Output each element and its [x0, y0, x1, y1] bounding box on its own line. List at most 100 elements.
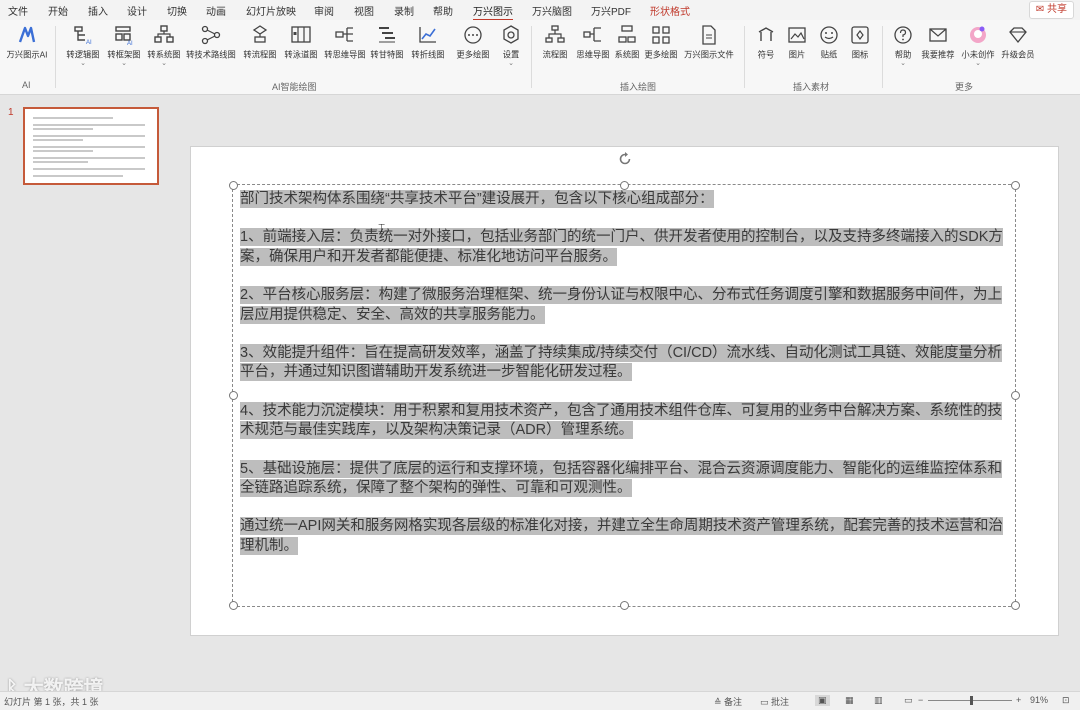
xiaowei-create-label: 小未创作 — [961, 50, 995, 60]
slide-sorter-button[interactable]: ▦ — [845, 695, 854, 706]
slideshow-button[interactable]: ▭ — [904, 695, 913, 706]
tab-file[interactable]: 文件 — [8, 3, 28, 18]
to-framework-diagram-button[interactable]: AI 转框架图 ⌄ — [103, 24, 145, 67]
paragraph-infrastructure-layer[interactable]: 5、基础设施层：提供了底层的运行和支撑环境，包括容器化编排平台、混合云资源调度能… — [240, 459, 1015, 499]
to-flowchart-button[interactable]: 转流程图 — [239, 24, 281, 61]
slide-body-text[interactable]: 部门技术架构体系围绕“共享技术平台”建设展开，包含以下核心组成部分： 1、前端接… — [240, 190, 1015, 597]
ribbon-separator — [744, 26, 745, 88]
icon-library-button[interactable]: 图标 — [846, 24, 874, 61]
more-drawing-ai-button[interactable]: 更多绘图 — [452, 24, 494, 61]
wondershare-ai-button[interactable]: 万兴图示AI — [2, 24, 52, 61]
share-button[interactable]: ✉ 共享 — [1028, 1, 1074, 19]
insert-mindmap-button[interactable]: 思维导图 — [572, 24, 614, 61]
zoom-level[interactable]: 91% — [1030, 695, 1048, 705]
paragraph-core-service-layer[interactable]: 2、平台核心服务层：构建了微服务治理框架、统一身份认证与权限中心、分布式任务调度… — [240, 286, 1015, 325]
upgrade-member-button[interactable]: 升级会员 — [998, 24, 1038, 61]
insert-flowchart-button[interactable]: 流程图 — [535, 24, 575, 61]
menu-bar: 文件 开始 插入 设计 切换 动画 幻灯片放映 审阅 视图 录制 帮助 万兴图示… — [0, 0, 1080, 21]
xiaowei-create-button[interactable]: 小未创作 ⌄ — [958, 24, 998, 67]
paragraph-capability-module[interactable]: 4、技术能力沉淀模块：用于积累和复用技术资产，包含了通用技术组件仓库、可复用的业… — [240, 401, 1015, 441]
tab-help[interactable]: 帮助 — [433, 3, 453, 18]
reading-view-button[interactable]: ▥ — [874, 695, 883, 706]
chevron-down-icon: ⌄ — [508, 60, 514, 67]
zoom-in-button[interactable]: + — [1016, 695, 1021, 705]
resize-handle-bottom-right[interactable] — [1011, 601, 1020, 610]
wondershare-ai-icon — [18, 26, 36, 43]
slide-canvas[interactable]: 部门技术架构体系围绕“共享技术平台”建设展开，包含以下核心组成部分： 1、前端接… — [190, 146, 1059, 636]
tab-wondershare-mindmap[interactable]: 万兴脑图 — [532, 3, 572, 18]
tab-shape-format[interactable]: 形状格式 — [650, 3, 690, 18]
insert-more-drawing-button[interactable]: 更多绘图 — [641, 24, 681, 61]
wondershare-diagram-file-button[interactable]: 万兴图示文件 — [681, 24, 737, 61]
sticker-icon — [820, 26, 838, 44]
to-swimlane-label: 转泳道图 — [284, 50, 318, 60]
system-diagram-icon — [154, 25, 174, 43]
wondershare-diagram-file-label: 万兴图示文件 — [684, 50, 734, 60]
tab-view[interactable]: 视图 — [354, 3, 374, 18]
to-tech-roadmap-label: 转技术路线图 — [186, 50, 236, 60]
to-tech-roadmap-button[interactable]: 转技术路线图 — [183, 24, 239, 61]
slide-thumbnail[interactable] — [23, 107, 159, 185]
zoom-out-button[interactable]: − — [918, 695, 923, 705]
normal-view-button[interactable]: ▣ — [815, 695, 830, 706]
tab-animations[interactable]: 动画 — [206, 3, 226, 18]
icon-library-label: 图标 — [851, 50, 869, 60]
ribbon: 万兴图示AI AI 转逻辑图 ⌄ AI 转框架图 ⌄ 转系统图 ⌄ 转技术路线图… — [0, 20, 1080, 95]
tab-insert[interactable]: 插入 — [88, 3, 108, 18]
chevron-down-icon: ⌄ — [900, 60, 906, 67]
intro-paragraph[interactable]: 部门技术架构体系围绕“共享技术平台”建设展开，包含以下核心组成部分： — [240, 190, 1015, 209]
tab-review[interactable]: 审阅 — [314, 3, 334, 18]
to-flowchart-label: 转流程图 — [243, 50, 277, 60]
settings-icon — [503, 25, 519, 44]
tab-wondershare-diagram[interactable]: 万兴图示 — [473, 3, 513, 21]
to-line-chart-button[interactable]: 转折线图 — [407, 24, 449, 61]
to-swimlane-button[interactable]: 转泳道图 — [280, 24, 322, 61]
to-gantt-label: 转甘特图 — [370, 50, 404, 60]
resize-handle-bottom[interactable] — [620, 601, 629, 610]
resize-handle-top-left[interactable] — [229, 181, 238, 190]
resize-handle-bottom-left[interactable] — [229, 601, 238, 610]
paragraph-efficiency-components[interactable]: 3、效能提升组件：旨在提高研发效率，涵盖了持续集成/持续交付（CI/CD）流水线… — [240, 344, 1015, 383]
resize-handle-top-right[interactable] — [1011, 181, 1020, 190]
logic-diagram-icon: AI — [74, 26, 92, 46]
resize-handle-top[interactable] — [620, 181, 629, 190]
to-mindmap-button[interactable]: 转思维导图 — [321, 24, 369, 61]
paragraph-summary[interactable]: 通过统一API网关和服务网格实现各层级的标准化对接，并建立全生命周期技术资产管理… — [240, 517, 1015, 556]
share-label: 共享 — [1047, 4, 1067, 15]
settings-button[interactable]: 设置 ⌄ — [496, 24, 526, 67]
insert-system-diagram-button[interactable]: 系统图 — [611, 24, 643, 61]
swimlane-icon — [291, 26, 311, 43]
rotate-handle-icon[interactable] — [617, 151, 633, 167]
icon-library-icon — [851, 26, 869, 44]
tab-home[interactable]: 开始 — [48, 3, 68, 18]
sticker-button[interactable]: 贴纸 — [815, 24, 843, 61]
framework-diagram-icon: AI — [115, 26, 133, 46]
insert-flowchart-label: 流程图 — [542, 50, 568, 60]
symbol-button[interactable]: 符号 — [752, 24, 780, 61]
to-system-diagram-button[interactable]: 转系统图 ⌄ — [143, 24, 185, 67]
fit-to-window-icon[interactable]: ⊡ — [1062, 695, 1070, 706]
resize-handle-left[interactable] — [229, 391, 238, 400]
notes-button[interactable]: ≙ 备注 — [714, 695, 742, 708]
to-gantt-button[interactable]: 转甘特图 — [366, 24, 408, 61]
help-button[interactable]: 帮助 ⌄ — [888, 24, 918, 67]
recommend-button[interactable]: 我要推荐 — [918, 24, 958, 61]
tab-design[interactable]: 设计 — [127, 3, 147, 18]
recommend-label: 我要推荐 — [921, 50, 955, 60]
tab-record[interactable]: 录制 — [394, 3, 414, 18]
image-button[interactable]: 图片 — [783, 24, 811, 61]
mindmap-icon — [335, 27, 353, 42]
to-logic-diagram-button[interactable]: AI 转逻辑图 ⌄ — [62, 24, 104, 67]
comments-button[interactable]: ▭ 批注 — [760, 695, 789, 708]
tab-transitions[interactable]: 切换 — [167, 3, 187, 18]
upgrade-member-label: 升级会员 — [1001, 50, 1035, 60]
flowchart-icon — [252, 25, 268, 43]
thumbnail-text-line — [33, 128, 93, 130]
paragraph-frontend-layer[interactable]: 1、前端接入层：负责统一对外接口，包括业务部门的统一门户、供开发者使用的控制台，… — [240, 228, 1015, 267]
notes-icon: ≙ — [714, 697, 725, 707]
tab-wondershare-pdf[interactable]: 万兴PDF — [591, 3, 631, 18]
tab-slideshow[interactable]: 幻灯片放映 — [246, 3, 296, 18]
flowchart-icon — [545, 25, 565, 43]
svg-text:AI: AI — [86, 40, 92, 46]
zoom-slider-thumb[interactable] — [970, 696, 973, 705]
